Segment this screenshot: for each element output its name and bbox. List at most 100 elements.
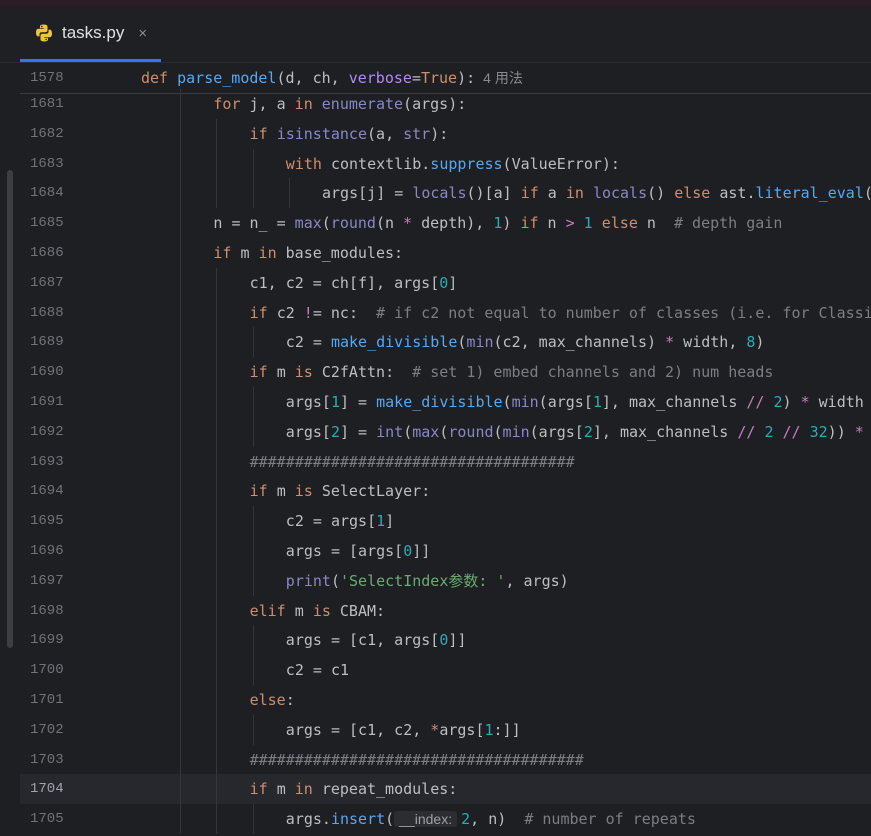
code-text: c2 = make_divisible(min(c2, max_channels… <box>285 333 765 352</box>
window-top-strip <box>0 0 871 7</box>
indent-guide <box>252 148 254 179</box>
code-line[interactable]: 1697 print('SelectIndex参数: ', args) <box>20 566 871 596</box>
indent-guide <box>180 327 182 358</box>
indent-guide <box>216 685 218 715</box>
code-line[interactable]: 1686 if m in base_modules: <box>20 238 871 268</box>
line-number: 1698 <box>30 602 64 619</box>
indent-guide <box>180 804 182 834</box>
indent-guide <box>180 774 182 805</box>
indent-guide <box>216 387 218 417</box>
indent-guide <box>180 357 182 387</box>
indent-guide <box>180 506 182 536</box>
code-line[interactable]: 1691 args[1] = make_divisible(min(args[1]… <box>20 387 871 417</box>
indent-guide <box>180 416 182 447</box>
line-number: 1686 <box>30 245 64 261</box>
indent-guide <box>216 625 218 656</box>
code-line[interactable]: 1689 c2 = make_divisible(min(c2, max_chan… <box>20 327 871 357</box>
indent-guide <box>216 416 218 447</box>
code-editor[interactable]: 1578 def parse_model(d, ch, verbose=True… <box>20 63 871 836</box>
indent-guide <box>216 536 218 566</box>
indent-guide <box>252 506 254 536</box>
indent-guide <box>180 297 182 328</box>
code-line[interactable]: 1682 if isinstance(a, str): <box>20 119 871 149</box>
close-icon[interactable]: × <box>138 25 147 42</box>
indent-guide <box>180 744 182 775</box>
line-number: 1696 <box>30 543 64 559</box>
tab-tasks-py[interactable]: tasks.py × <box>20 7 162 62</box>
code-text: args[j] = locals()[a] if a in locals() e… <box>322 184 871 203</box>
line-number: 1695 <box>30 513 64 530</box>
line-number: 1578 <box>30 70 64 86</box>
code-text: elif m is CBAM: <box>249 601 386 620</box>
code-text: args.insert(__index: 2, n) # number of re… <box>285 810 696 829</box>
code-line[interactable]: 1693 #################################### <box>20 447 871 477</box>
line-number: 1687 <box>30 274 64 291</box>
indent-guide <box>252 536 254 566</box>
code-line[interactable]: 1683 with contextlib.suppress(ValueError)… <box>20 149 871 179</box>
indent-guide <box>288 178 290 209</box>
indent-guide <box>216 446 218 477</box>
code-line[interactable]: 1699 args = [c1, args[0]] <box>20 625 871 655</box>
indent-guide <box>216 565 218 596</box>
line-number: 1705 <box>30 811 64 828</box>
code-line[interactable]: 1690 if m is C2fAttn: # set 1) embed chan… <box>20 357 871 387</box>
indent-guide <box>216 744 218 775</box>
code-line[interactable]: 1687 c1, c2 = ch[f], args[0] <box>20 268 871 298</box>
indent-guide <box>180 387 182 417</box>
code-line[interactable]: 1704 if m in repeat_modules: <box>20 774 871 805</box>
indent-guide <box>252 625 254 656</box>
line-number: 1683 <box>30 155 64 172</box>
indent-guide <box>180 685 182 715</box>
indent-guide <box>216 476 218 507</box>
indent-guide <box>180 714 182 745</box>
line-number: 1691 <box>30 394 64 410</box>
line-number: 1689 <box>30 334 64 351</box>
tab-file-name: tasks.py <box>62 23 125 42</box>
line-number: 1697 <box>30 572 64 589</box>
indent-guide <box>216 357 218 387</box>
code-text: if c2 != nc: # if c2 not equal to number… <box>249 303 871 322</box>
line-number: 1694 <box>30 483 64 500</box>
code-text: #################################### <box>249 452 575 471</box>
line-number: 1682 <box>30 125 64 142</box>
indent-guide <box>252 714 254 745</box>
code-line[interactable]: 1703 ####################################… <box>20 745 871 775</box>
line-number: 1699 <box>30 632 64 649</box>
indent-guide <box>252 416 254 447</box>
indent-guide <box>180 238 182 268</box>
vertical-scrollbar[interactable] <box>7 170 13 648</box>
indent-guide <box>252 655 254 685</box>
code-line[interactable]: 1685 n = n_ = max(round(n * depth), 1) if… <box>20 208 871 238</box>
indent-guide <box>180 148 182 179</box>
indent-guide <box>180 655 182 685</box>
code-line[interactable]: 1694 if m is SelectLayer: <box>20 476 871 506</box>
code-text: if m is SelectLayer: <box>249 482 431 501</box>
indent-guide <box>252 565 254 596</box>
code-line[interactable]: 1702 args = [c1, c2, *args[1:]] <box>20 715 871 745</box>
code-text: if m is C2fAttn: # set 1) embed channels… <box>249 363 774 382</box>
code-text: args = [args[0]] <box>285 542 431 560</box>
code-text: c1, c2 = ch[f], args[0] <box>249 273 458 292</box>
indent-guide <box>252 387 254 417</box>
code-line[interactable]: 1695 c2 = args[1] <box>20 506 871 536</box>
usages-hint[interactable]: 4 用法 <box>483 70 523 86</box>
indent-guide <box>180 267 182 298</box>
code-line[interactable]: 1692 args[2] = int(max(round(min(args[2],… <box>20 417 871 447</box>
indent-guide <box>216 297 218 328</box>
code-line[interactable]: 1700 c2 = c1 <box>20 655 871 685</box>
code-line[interactable]: 1698 elif m is CBAM: <box>20 596 871 626</box>
code-text: args[1] = make_divisible(min(args[1], ma… <box>285 393 864 411</box>
code-line[interactable]: 1684 args[j] = locals()[a] if a in locals… <box>20 178 871 208</box>
code-text: args = [c1, c2, *args[1:]] <box>285 720 521 739</box>
indent-guide <box>216 595 218 626</box>
line-number: 1693 <box>30 453 64 470</box>
code-line[interactable]: 1696 args = [args[0]] <box>20 536 871 566</box>
code-line[interactable]: 1701 else: <box>20 685 871 715</box>
code-line[interactable]: 1681 for j, a in enumerate(args): <box>20 89 871 119</box>
line-number: 1681 <box>30 96 64 112</box>
indent-guide <box>216 655 218 685</box>
sticky-function-signature: def parse_model(d, ch, verbose=True): 4 用… <box>141 69 523 87</box>
code-line[interactable]: 1705 args.insert(__index: 2, n) # number o… <box>20 804 871 834</box>
indent-guide <box>216 178 218 209</box>
code-line[interactable]: 1688 if c2 != nc: # if c2 not equal to nu… <box>20 298 871 328</box>
